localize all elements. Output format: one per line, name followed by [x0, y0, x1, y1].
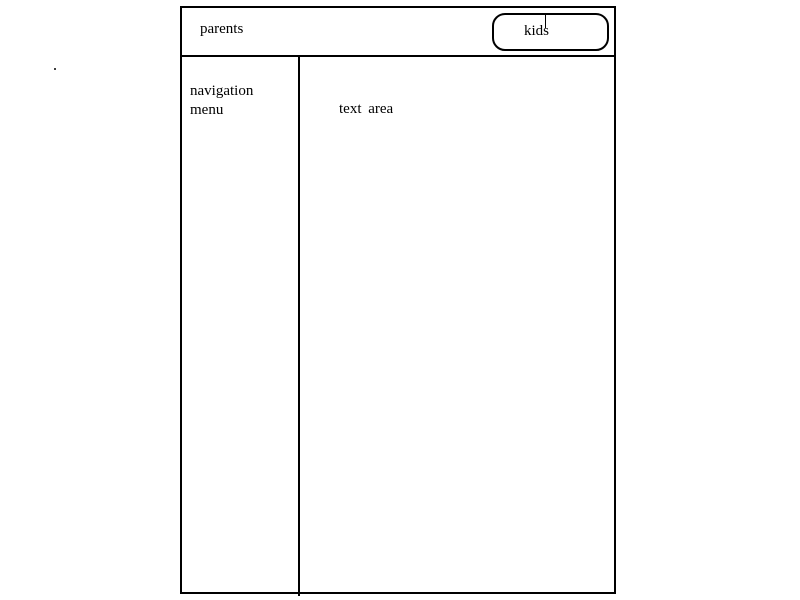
kids-button-label: kids: [524, 23, 550, 39]
navigation-menu-label: navigation menu: [190, 83, 254, 118]
stray-dot: [54, 68, 56, 70]
navigation-menu[interactable]: navigation menu: [182, 57, 300, 592]
parents-tab[interactable]: parents: [200, 20, 243, 38]
kids-button[interactable]: kids: [492, 13, 609, 51]
text-area: text area: [300, 57, 614, 592]
divider-tick: [298, 592, 300, 596]
text-area-label: text area: [339, 101, 394, 117]
header-bar: parents kids: [182, 8, 614, 57]
page-frame: parents kids navigation menu text area: [180, 6, 616, 596]
wireframe-canvas: parents kids navigation menu text area: [0, 0, 800, 600]
